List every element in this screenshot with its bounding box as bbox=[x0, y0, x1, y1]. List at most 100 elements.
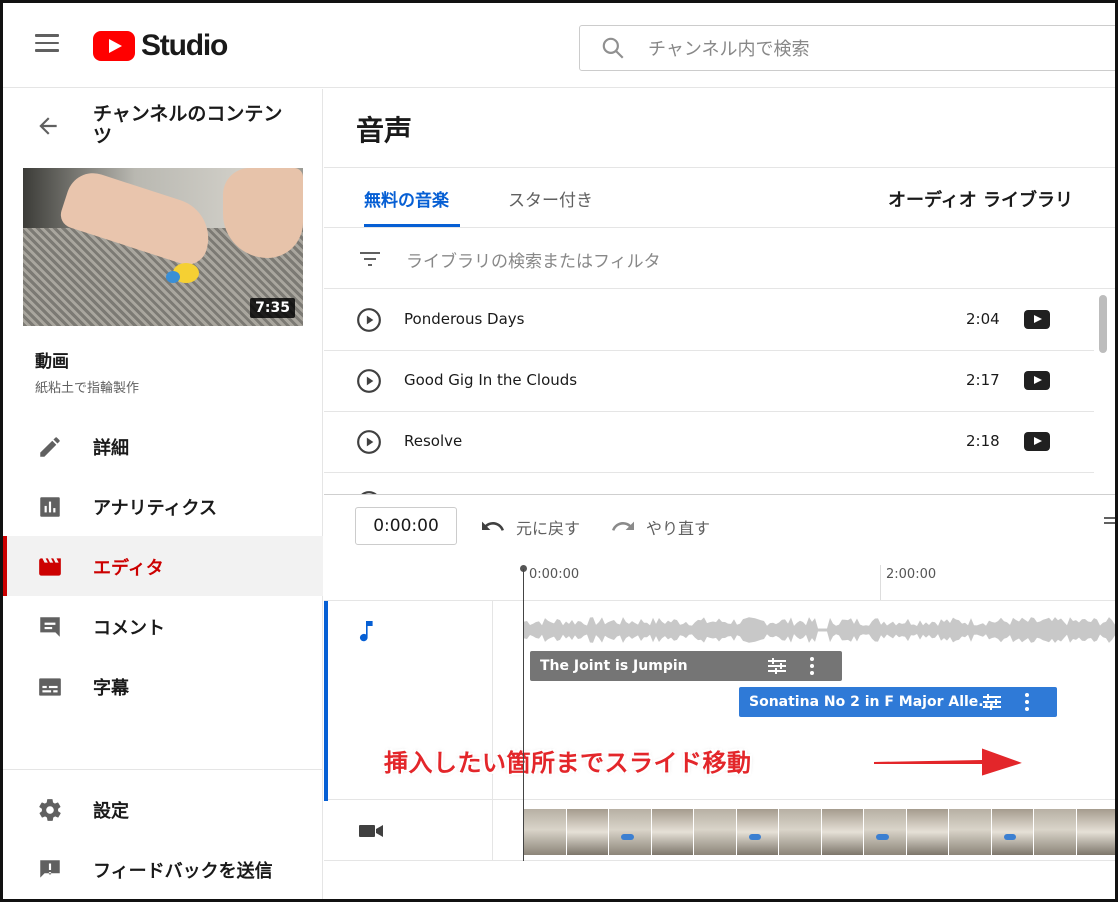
search-input[interactable]: チャンネル内で検索 bbox=[648, 35, 809, 61]
lane-header-divider bbox=[492, 801, 493, 861]
logo-text: Studio bbox=[141, 29, 228, 62]
pencil-icon bbox=[40, 437, 60, 457]
track-duration: 2:17 bbox=[966, 371, 1000, 389]
back-arrow-icon[interactable] bbox=[35, 113, 61, 139]
search-icon bbox=[602, 37, 624, 59]
youtube-play-logo-icon bbox=[93, 31, 135, 61]
audio-track-lane[interactable]: The Joint is Jumpin Sonatina No 2 in F M… bbox=[324, 600, 1115, 801]
adjust-sliders-icon[interactable] bbox=[981, 692, 1003, 712]
gear-icon bbox=[39, 799, 61, 821]
track-name: Good Gig In the Clouds bbox=[404, 371, 578, 389]
video-track-lane[interactable] bbox=[324, 801, 1115, 861]
main-panel: 音声 無料の音楽 スター付き オーディオ ライブラリ ライブラリの検索またはフィ… bbox=[324, 89, 1115, 899]
timeline-ruler[interactable]: 0:00:00 2:00:00 bbox=[324, 565, 1115, 600]
video-label: 動画 bbox=[35, 352, 69, 372]
ruler-label-start: 0:00:00 bbox=[529, 567, 580, 582]
undo-icon bbox=[482, 521, 504, 531]
track-list: Ponderous Days 2:04 Good Gig In the Clou… bbox=[324, 290, 1094, 494]
video-duration-badge: 7:35 bbox=[250, 298, 295, 318]
sidebar-divider bbox=[3, 769, 323, 770]
track-duration: 2:04 bbox=[966, 310, 1000, 328]
hamburger-menu-icon[interactable] bbox=[35, 34, 59, 54]
play-circle-icon[interactable] bbox=[356, 368, 382, 394]
more-vert-icon[interactable] bbox=[810, 657, 814, 675]
library-filter[interactable]: ライブラリの検索またはフィルタ bbox=[324, 229, 1115, 289]
youtube-icon[interactable] bbox=[1024, 371, 1050, 390]
clapperboard-icon bbox=[39, 558, 61, 576]
track-name: Resolve bbox=[404, 432, 463, 450]
ruler-label-2h: 2:00:00 bbox=[886, 567, 937, 582]
adjust-sliders-icon[interactable] bbox=[766, 656, 788, 676]
sidebar-item-label: フィードバックを送信 bbox=[93, 861, 273, 882]
audio-clip-joint-is-jumpin[interactable]: The Joint is Jumpin bbox=[530, 651, 842, 681]
sidebar-item-details[interactable]: 詳細 bbox=[3, 416, 323, 476]
youtube-studio-logo[interactable]: Studio bbox=[93, 29, 228, 63]
more-vert-icon[interactable] bbox=[1025, 693, 1029, 711]
top-header: Studio チャンネル内で検索 bbox=[3, 3, 1115, 88]
play-circle-icon[interactable] bbox=[356, 307, 382, 333]
filter-icon[interactable] bbox=[358, 249, 382, 269]
ruler-tick bbox=[880, 565, 881, 600]
sidebar-item-settings[interactable]: 設定 bbox=[3, 779, 323, 839]
sidebar-bottom-nav: 設定 フィードバックを送信 bbox=[3, 779, 323, 899]
video-camera-icon bbox=[359, 825, 383, 837]
back-to-content[interactable]: チャンネルのコンテンツ bbox=[3, 103, 323, 163]
list-item[interactable]: Ponderous Days 2:04 bbox=[324, 290, 1094, 351]
sidebar: チャンネルのコンテンツ 7:35 動画 紙粘土で指輪製作 詳細 アナリティクス bbox=[3, 89, 323, 899]
video-filmstrip bbox=[524, 809, 1115, 855]
red-arrow-icon bbox=[872, 745, 1029, 779]
list-item[interactable]: Resolve 2:18 bbox=[324, 412, 1094, 473]
sidebar-item-subtitles[interactable]: 字幕 bbox=[3, 656, 323, 716]
track-duration: 2:18 bbox=[966, 432, 1000, 450]
youtube-icon[interactable] bbox=[1024, 432, 1050, 451]
sidebar-item-label: 詳細 bbox=[93, 438, 129, 459]
track-name: Ponderous Days bbox=[404, 310, 525, 328]
library-search-input[interactable]: ライブラリの検索またはフィルタ bbox=[406, 247, 661, 272]
sidebar-item-feedback[interactable]: フィードバックを送信 bbox=[3, 839, 323, 899]
sidebar-item-editor[interactable]: エディタ bbox=[3, 536, 323, 596]
subtitles-icon bbox=[39, 678, 61, 696]
video-thumbnail[interactable]: 7:35 bbox=[23, 168, 303, 326]
zoom-menu-icon[interactable] bbox=[1104, 517, 1115, 529]
sidebar-item-analytics[interactable]: アナリティクス bbox=[3, 476, 323, 536]
list-item[interactable]: Good Gig In the Clouds 2:17 bbox=[324, 351, 1094, 412]
editor-toolbar: 0:00:00 元に戻す やり直す bbox=[324, 495, 1115, 565]
undo-button[interactable]: 元に戻す bbox=[480, 515, 580, 539]
tab-starred[interactable]: スター付き bbox=[508, 186, 593, 211]
comment-icon bbox=[40, 617, 60, 637]
redo-icon bbox=[612, 521, 634, 531]
tab-free-music[interactable]: 無料の音楽 bbox=[364, 186, 449, 211]
annotation-text: 挿入したい箇所までスライド移動 bbox=[384, 749, 752, 777]
active-tab-indicator bbox=[364, 224, 460, 227]
page-title: 音声 bbox=[356, 114, 413, 147]
audio-clip-sonatina[interactable]: Sonatina No 2 in F Major Alle... bbox=[739, 687, 1057, 717]
redo-button[interactable]: やり直す bbox=[610, 515, 710, 539]
music-note-icon bbox=[359, 621, 373, 642]
undo-label: 元に戻す bbox=[516, 519, 581, 538]
redo-label: やり直す bbox=[646, 519, 711, 538]
sidebar-item-label: コメント bbox=[93, 618, 165, 639]
back-title: チャンネルのコンテンツ bbox=[93, 103, 283, 147]
sidebar-item-comments[interactable]: コメント bbox=[3, 596, 323, 656]
sidebar-nav: 詳細 アナリティクス エディタ コメント 字幕 bbox=[3, 416, 323, 716]
analytics-icon bbox=[40, 497, 60, 517]
tab-bar: 無料の音楽 スター付き オーディオ ライブラリ bbox=[324, 168, 1115, 228]
clip-title: Sonatina No 2 in F Major Alle... bbox=[749, 694, 995, 710]
feedback-icon bbox=[40, 860, 60, 878]
youtube-icon[interactable] bbox=[1024, 310, 1050, 329]
sidebar-item-label: アナリティクス bbox=[93, 498, 218, 519]
window-frame: Studio チャンネル内で検索 チャンネルのコンテンツ 7:35 動画 紙粘土… bbox=[0, 0, 1118, 902]
clip-title: The Joint is Jumpin bbox=[540, 658, 688, 674]
list-item[interactable] bbox=[324, 473, 1094, 494]
video-title: 紙粘土で指輪製作 bbox=[35, 381, 140, 396]
lane-selection-accent bbox=[324, 601, 328, 801]
playhead-line[interactable] bbox=[523, 569, 524, 861]
audio-library-title: オーディオ ライブラリ bbox=[887, 190, 1073, 211]
track-list-scrollbar[interactable] bbox=[1099, 295, 1107, 353]
play-circle-icon[interactable] bbox=[356, 429, 382, 455]
sidebar-item-label: 字幕 bbox=[93, 678, 129, 699]
search-box[interactable]: チャンネル内で検索 bbox=[579, 25, 1115, 71]
sidebar-item-label: エディタ bbox=[93, 558, 164, 579]
audio-waveform bbox=[524, 617, 1115, 643]
timecode-input[interactable]: 0:00:00 bbox=[355, 507, 457, 545]
